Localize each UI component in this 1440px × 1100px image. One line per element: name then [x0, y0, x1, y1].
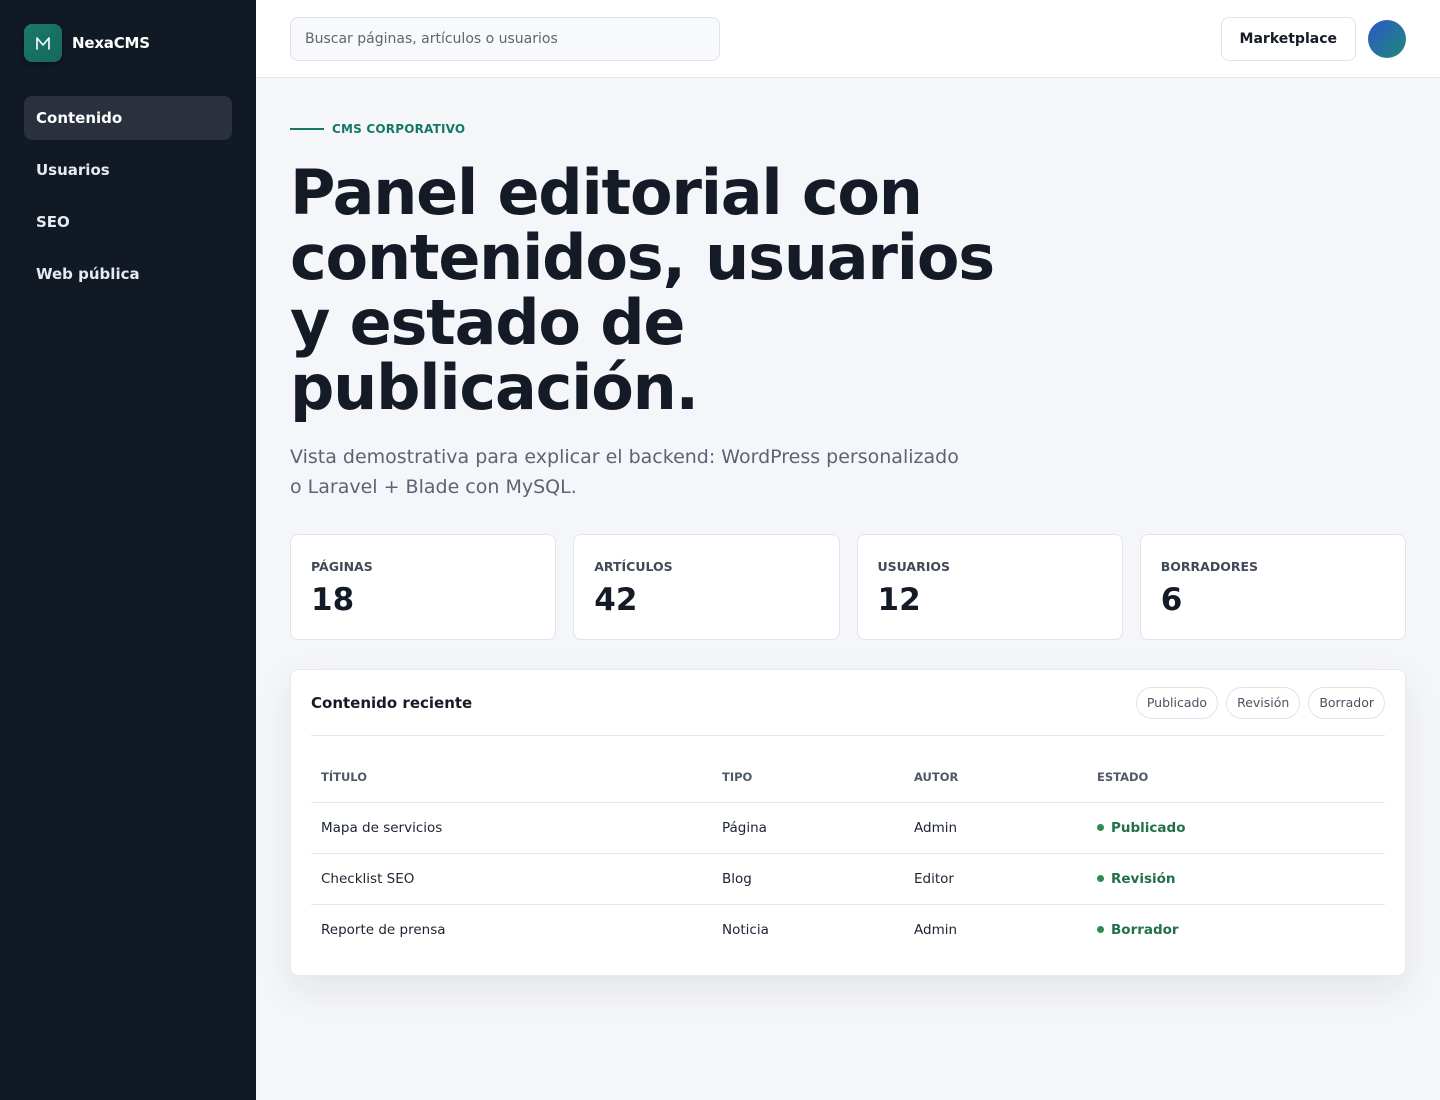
- status-filters: Publicado Revisión Borrador: [1135, 686, 1385, 719]
- stat-label: USUARIOS: [877, 559, 951, 574]
- sidebar-item-seo[interactable]: SEO: [24, 200, 232, 244]
- sidebar-item-usuarios[interactable]: Usuarios: [24, 148, 232, 192]
- panel-title: Contenido reciente: [311, 693, 473, 712]
- stat-card-usuarios: USUARIOS 12: [856, 534, 1123, 640]
- column-header-tipo[interactable]: TIPO: [712, 752, 904, 803]
- filter-revision[interactable]: Revisión: [1226, 686, 1301, 719]
- content-table: TÍTULO TIPO AUTOR ESTADO Mapa de servici…: [311, 752, 1385, 955]
- cell-title[interactable]: Checklist SEO: [311, 853, 712, 905]
- cell-author: Admin: [914, 921, 958, 938]
- column-header-titulo[interactable]: TÍTULO: [311, 752, 712, 803]
- cell-status: Revisión: [1087, 853, 1385, 905]
- table-row[interactable]: Mapa de servicios Página Admin Publicado: [311, 802, 1385, 854]
- page-subtitle: Vista demostrativa para explicar el back…: [290, 446, 959, 498]
- brand[interactable]: NexaCMS: [24, 24, 232, 62]
- main: Marketplace CMS CORPORATIVO Panel editor…: [256, 0, 1440, 1100]
- eyebrow-line: [290, 128, 324, 130]
- status-badge: Revisión: [1097, 871, 1375, 887]
- panel-header: Contenido reciente Publicado Revisión Bo…: [311, 670, 1385, 736]
- sidebar-nav: Contenido Usuarios SEO Web pública: [24, 96, 232, 296]
- cell-type: Noticia: [722, 921, 769, 938]
- cell-title[interactable]: Reporte de prensa: [311, 904, 712, 955]
- status-dot-icon: [1097, 926, 1104, 934]
- content: CMS CORPORATIVO Panel editorial con cont…: [256, 78, 1440, 976]
- marketplace-button[interactable]: Marketplace: [1220, 16, 1356, 61]
- column-header-autor[interactable]: AUTOR: [904, 752, 1087, 803]
- status-label: Borrador: [1111, 921, 1179, 938]
- table-header-row: TÍTULO TIPO AUTOR ESTADO: [311, 752, 1385, 803]
- stat-card-paginas: PÁGINAS 18: [290, 534, 557, 640]
- recent-content-panel: Contenido reciente Publicado Revisión Bo…: [290, 669, 1406, 976]
- cell-status: Publicado: [1087, 802, 1385, 854]
- cell-type: Blog: [712, 853, 904, 905]
- cell-title[interactable]: Mapa de servicios: [311, 802, 712, 854]
- stat-card-borradores: BORRADORES 6: [1139, 534, 1406, 640]
- stats-row: PÁGINAS 18 ARTÍCULOS 42 USUARIOS 12 BORR…: [290, 534, 1406, 640]
- stat-value: 6: [1160, 582, 1183, 618]
- stat-value: 18: [311, 582, 355, 618]
- status-badge: Publicado: [1097, 820, 1375, 836]
- status-label: Revisión: [1111, 870, 1176, 887]
- status-dot-icon: [1097, 824, 1104, 831]
- topbar: Marketplace: [256, 0, 1440, 78]
- filter-borrador[interactable]: Borrador: [1308, 686, 1385, 719]
- cell-author: Editor: [904, 853, 1087, 905]
- stat-value: 12: [877, 582, 921, 618]
- cell-type: Página: [712, 802, 904, 854]
- topbar-actions: Marketplace: [1220, 16, 1406, 61]
- filter-publicado[interactable]: Publicado: [1135, 686, 1219, 719]
- search-input[interactable]: [290, 16, 720, 61]
- column-header-estado[interactable]: ESTADO: [1087, 752, 1385, 803]
- stat-label: ARTÍCULOS: [594, 559, 673, 574]
- sidebar: NexaCMS Contenido Usuarios SEO Web públi…: [0, 0, 256, 1100]
- stat-value: 42: [594, 582, 638, 618]
- avatar[interactable]: [1368, 19, 1406, 58]
- status-dot-icon: [1097, 875, 1104, 882]
- status-badge: Borrador: [1097, 922, 1375, 938]
- table-row[interactable]: Checklist SEO Blog Editor Revisión: [311, 853, 1385, 905]
- stat-card-articulos: ARTÍCULOS 42: [573, 534, 840, 640]
- stat-label: BORRADORES: [1160, 559, 1258, 574]
- table-row[interactable]: Reporte de prensa Noticia Admin Borrador: [311, 904, 1385, 955]
- m-letter-icon: [24, 24, 62, 62]
- stat-label: PÁGINAS: [311, 559, 373, 574]
- sidebar-item-contenido[interactable]: Contenido: [24, 96, 232, 140]
- sidebar-item-web-publica[interactable]: Web pública: [24, 252, 232, 296]
- status-label: Publicado: [1111, 819, 1186, 836]
- page-title: Panel editorial con contenidos, usuarios…: [290, 156, 995, 424]
- cell-author: Admin: [904, 802, 1087, 854]
- cell-status: Borrador: [1087, 904, 1385, 955]
- eyebrow: CMS CORPORATIVO: [290, 122, 1406, 136]
- brand-name: NexaCMS: [72, 34, 150, 52]
- eyebrow-label: CMS CORPORATIVO: [332, 122, 466, 136]
